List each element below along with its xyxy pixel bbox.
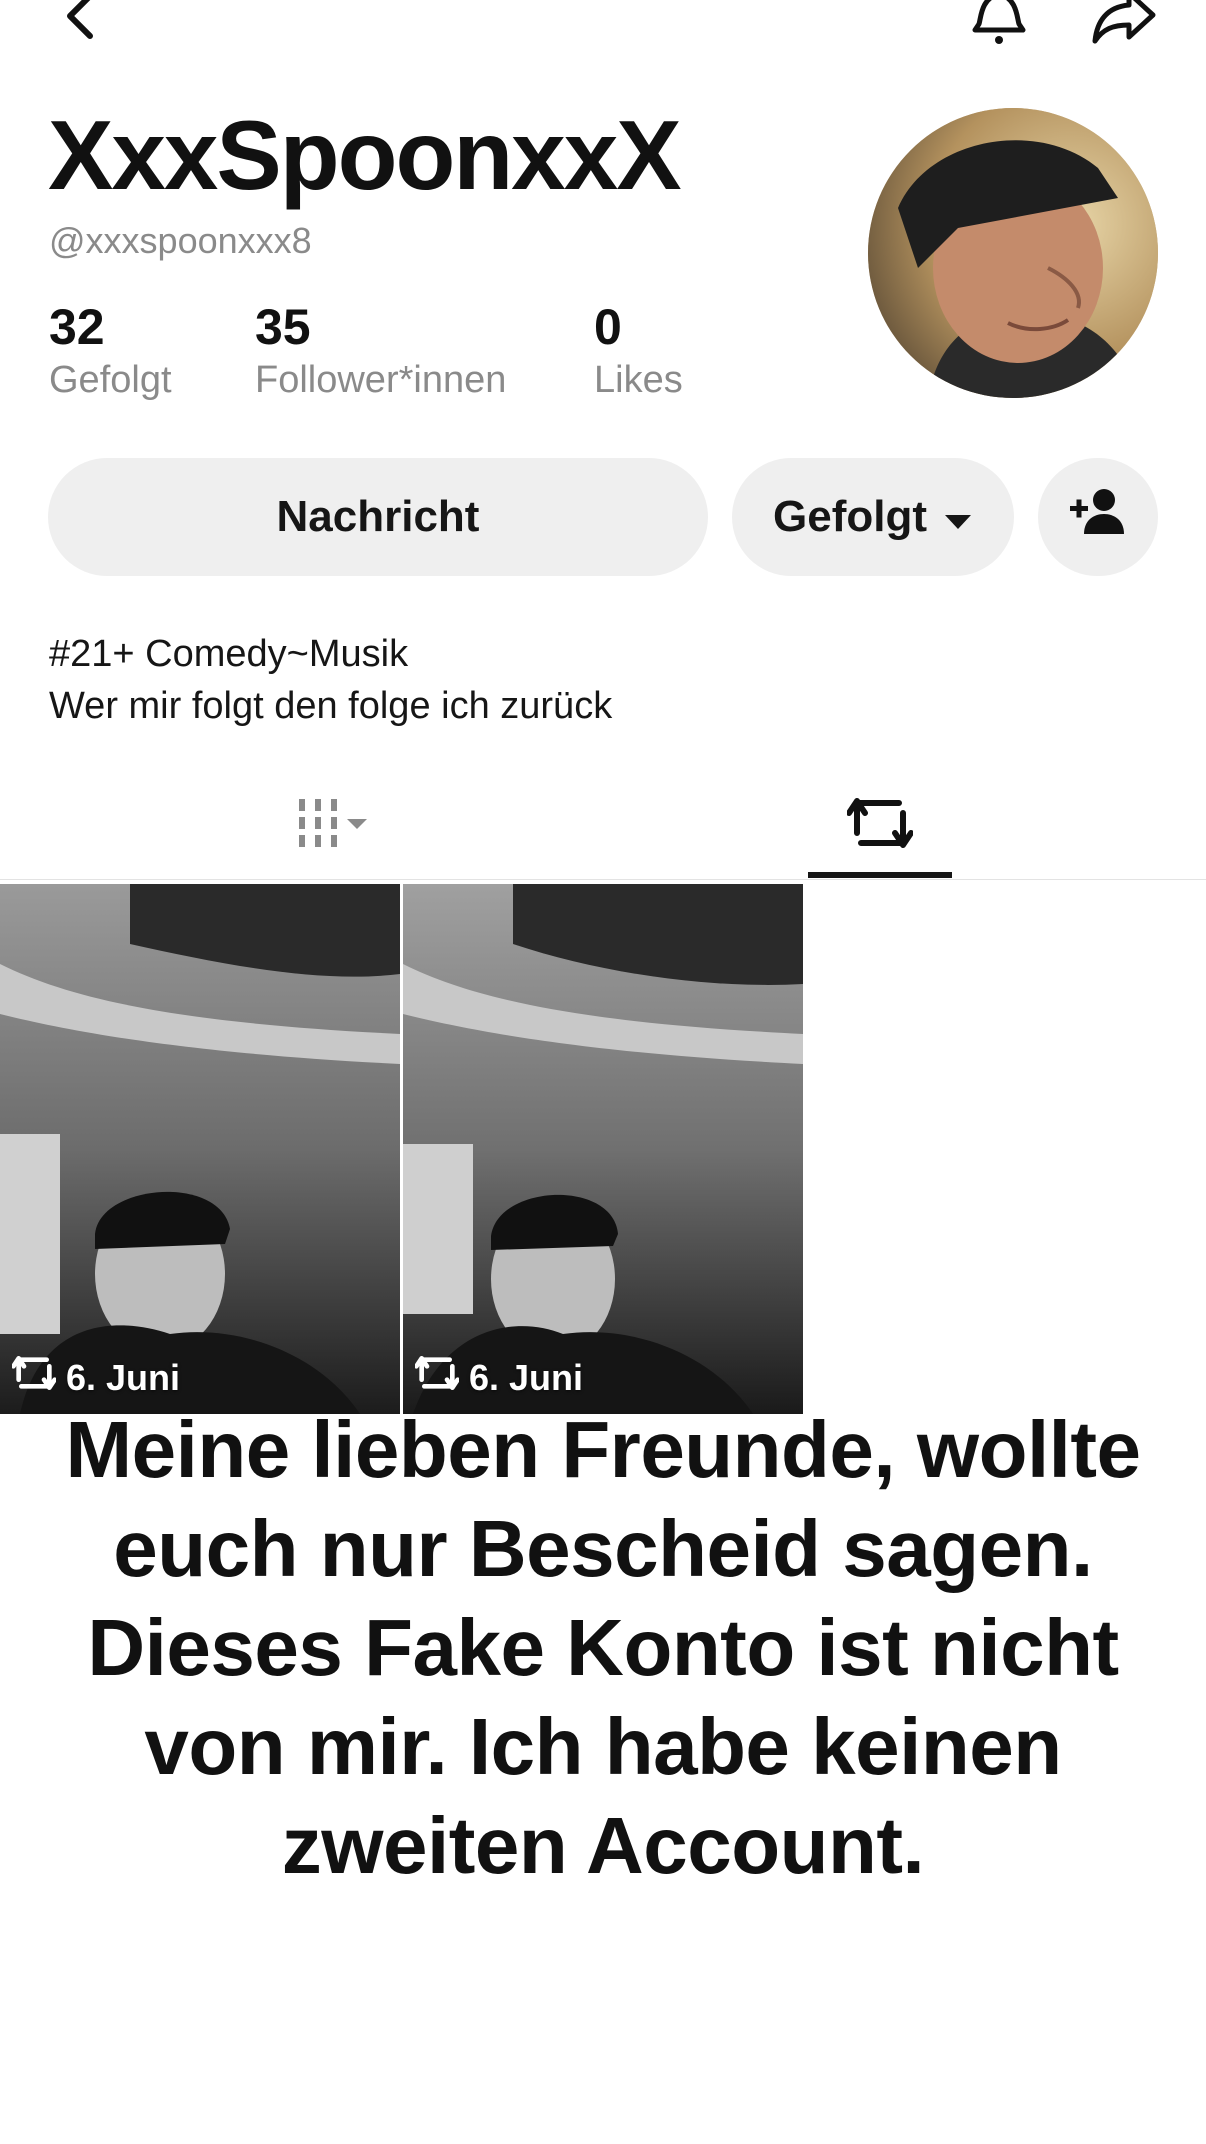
repost-icon — [846, 793, 914, 858]
content-tabs — [0, 770, 1206, 880]
profile-bio: #21+ Comedy~Musik Wer mir folgt den folg… — [49, 628, 612, 732]
stat-following-value: 32 — [49, 299, 105, 355]
following-button[interactable]: Gefolgt — [732, 458, 1014, 576]
message-button-label: Nachricht — [276, 492, 480, 541]
stat-followers-label: Follower*innen — [255, 359, 507, 401]
message-button[interactable]: Nachricht — [48, 458, 708, 576]
video-thumbnail[interactable]: 6. Juni — [403, 884, 803, 1414]
stat-followers[interactable]: 35 Follower*innen — [255, 300, 506, 402]
bio-line-2: Wer mir folgt den folge ich zurück — [49, 685, 613, 727]
profile-display-name: XxxSpoonxxX — [48, 100, 682, 210]
avatar[interactable] — [868, 108, 1158, 398]
caret-down-icon — [943, 492, 973, 542]
back-icon[interactable] — [50, 0, 110, 44]
bio-line-1: #21+ Comedy~Musik — [49, 633, 409, 675]
active-tab-indicator — [808, 872, 952, 878]
video-thumbnail[interactable]: 6. Juni — [0, 884, 400, 1414]
stat-following[interactable]: 32 Gefolgt — [49, 300, 172, 402]
video-caption: 6. Juni — [414, 1353, 584, 1402]
share-icon[interactable] — [1086, 0, 1162, 52]
repost-icon — [414, 1353, 460, 1402]
stat-likes-label: Likes — [594, 359, 683, 401]
video-date: 6. Juni — [469, 1356, 584, 1398]
video-grid: 6. Juni 6. Juni — [0, 884, 1206, 1414]
top-bar — [0, 0, 1206, 60]
repost-icon — [11, 1353, 57, 1402]
stat-followers-value: 35 — [255, 299, 311, 355]
profile-handle: @xxxspoonxxx8 — [49, 220, 312, 261]
tab-videos[interactable] — [260, 770, 390, 880]
stat-likes-value: 0 — [594, 299, 622, 355]
video-caption: 6. Juni — [11, 1353, 181, 1402]
stat-following-label: Gefolgt — [49, 359, 172, 401]
stat-likes[interactable]: 0 Likes — [594, 300, 683, 402]
bell-icon[interactable] — [964, 0, 1034, 52]
video-date: 6. Juni — [66, 1356, 181, 1398]
notice-overlay-text: Meine lieben Freunde, wollte euch nur Be… — [65, 1405, 1141, 1890]
add-user-icon — [1068, 486, 1128, 549]
tab-reposts[interactable] — [808, 770, 952, 880]
add-friend-button[interactable] — [1038, 458, 1158, 576]
following-button-label: Gefolgt — [773, 492, 927, 541]
grid-icon — [275, 793, 375, 858]
